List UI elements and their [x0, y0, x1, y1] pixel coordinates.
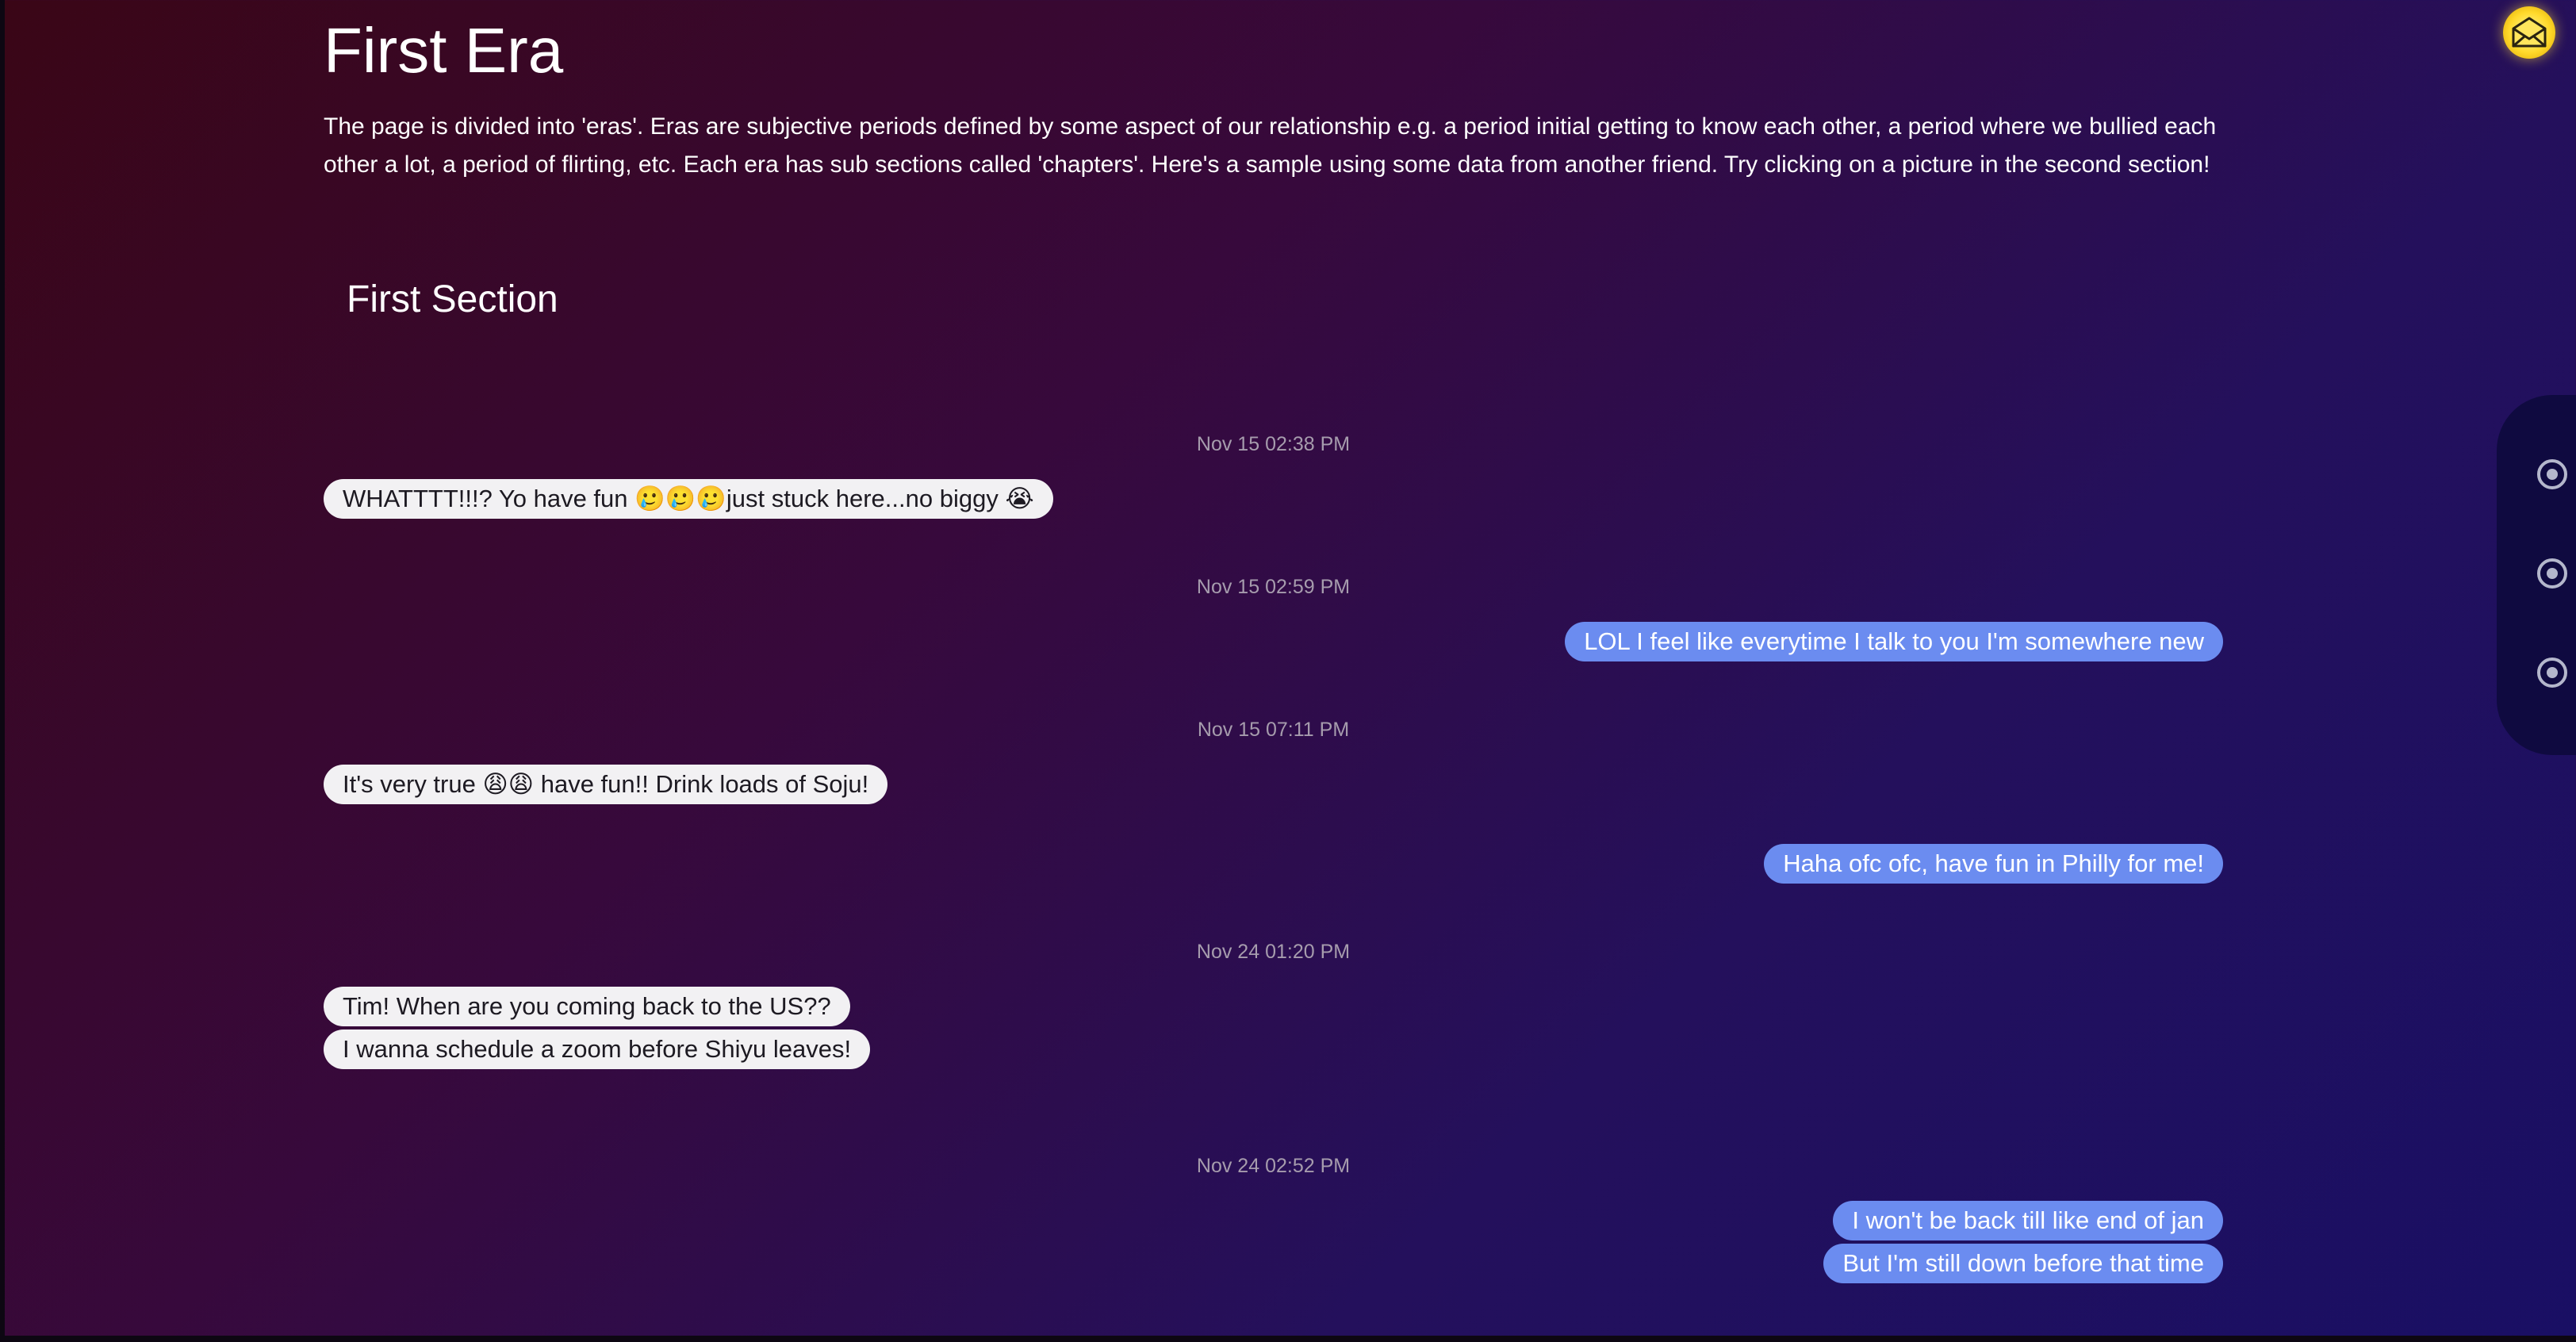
era-description: The page is divided into 'eras'. Eras ar…: [324, 113, 2217, 178]
message-sent: Haha ofc ofc, have fun in Philly for me!: [1764, 844, 2223, 884]
era-title: First Era: [324, 15, 564, 86]
message-sent: But I'm still down before that time: [1823, 1244, 2223, 1283]
era-nav-dot-3-icon[interactable]: [2537, 658, 2567, 688]
message-received: I wanna schedule a zoom before Shiyu lea…: [324, 1030, 871, 1069]
timestamp: Nov 15 07:11 PM: [1197, 719, 1350, 741]
message-sent: LOL I feel like everytime I talk to you …: [1565, 622, 2223, 661]
timestamp: Nov 15 02:38 PM: [1196, 433, 1351, 455]
window-edge: [0, 0, 5, 1342]
envelope-icon: [2512, 17, 2547, 48]
timestamp: Nov 24 02:52 PM: [1196, 1155, 1351, 1177]
section-title: First Section: [347, 278, 558, 320]
timestamp: Nov 24 01:20 PM: [1196, 941, 1351, 963]
window-bottom-edge: [0, 1336, 2576, 1342]
message-received: Tim! When are you coming back to the US?…: [324, 987, 850, 1026]
envelope-avatar-icon[interactable]: [2503, 6, 2555, 59]
message-received: It's very true 😩😩 have fun!! Drink loads…: [324, 765, 888, 804]
era-nav-dot-2-icon[interactable]: [2537, 558, 2567, 589]
era-nav-dot-1-icon[interactable]: [2537, 459, 2567, 489]
message-received: WHATTTT!!!? Yo have fun 🥲🥲🥲just stuck he…: [324, 479, 1053, 519]
timestamp: Nov 15 02:59 PM: [1196, 576, 1351, 598]
message-sent: I won't be back till like end of jan: [1833, 1201, 2223, 1240]
